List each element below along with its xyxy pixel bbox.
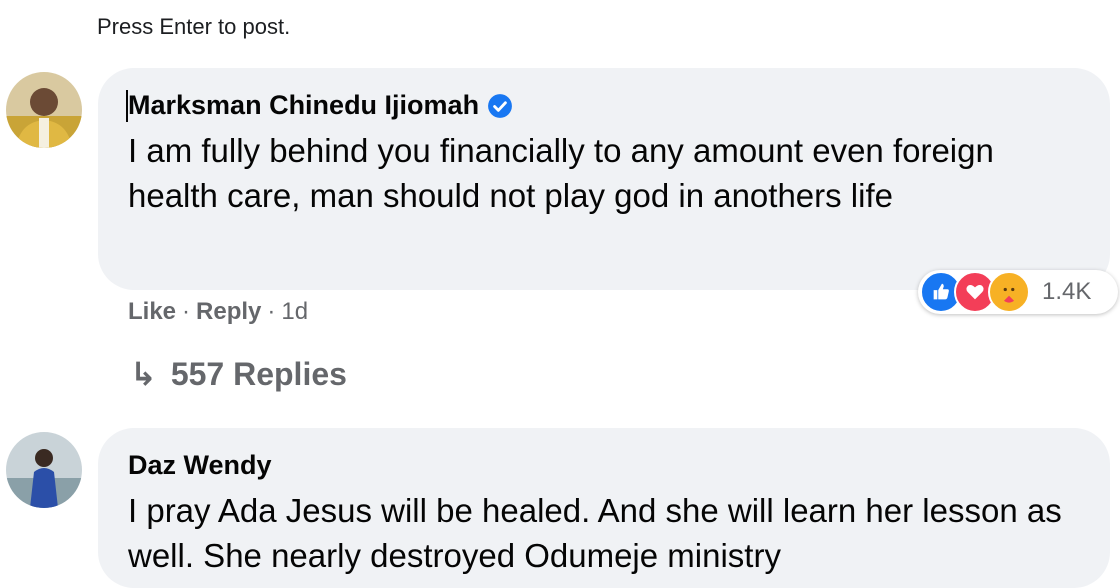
reaction-summary[interactable]: 1.4K <box>918 270 1118 314</box>
avatar[interactable] <box>6 432 82 508</box>
comment-actions: Like · Reply · 1d <box>128 298 308 326</box>
comment-text: I pray Ada Jesus will be healed. And she… <box>128 492 1062 574</box>
replies-count[interactable]: 557 Replies <box>171 356 347 393</box>
separator: · <box>182 298 191 325</box>
comment-bubble: Marksman Chinedu Ijiomah I am fully behi… <box>98 68 1110 290</box>
timestamp[interactable]: 1d <box>281 298 308 326</box>
author-name[interactable]: Marksman Chinedu Ijiomah <box>128 90 479 121</box>
reply-link[interactable]: Reply <box>196 298 261 326</box>
reaction-count: 1.4K <box>1042 278 1092 305</box>
verified-badge-icon <box>488 93 512 118</box>
comment-author[interactable]: Marksman Chinedu Ijiomah <box>128 90 513 121</box>
comment-author[interactable]: Daz Wendy <box>128 450 272 481</box>
care-icon <box>988 271 1030 313</box>
author-name[interactable]: Daz Wendy <box>128 450 272 481</box>
comment-bubble: Daz Wendy I pray Ada Jesus will be heale… <box>98 428 1110 588</box>
separator: · <box>267 298 276 325</box>
avatar[interactable] <box>6 72 82 148</box>
comment-text: I am fully behind you financially to any… <box>128 132 994 214</box>
composer-hint: Press Enter to post. <box>97 14 291 39</box>
reply-arrow-icon: ↳ <box>130 356 157 392</box>
view-replies-link[interactable]: ↳ 557 Replies <box>130 355 347 393</box>
like-link[interactable]: Like <box>128 298 176 326</box>
